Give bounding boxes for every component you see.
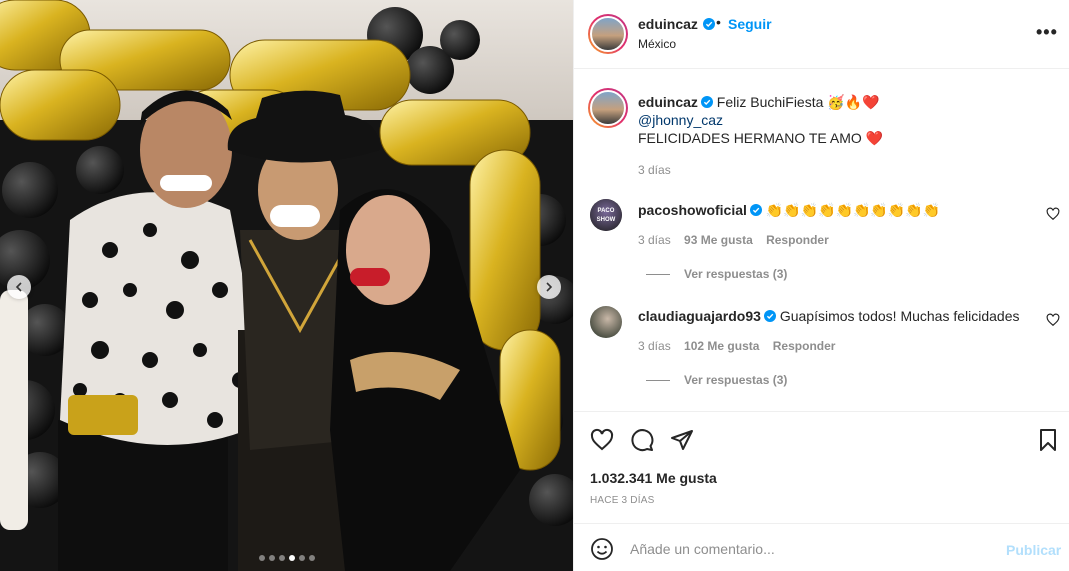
comment-likes-count[interactable]: 93 Me gusta bbox=[684, 233, 753, 247]
carousel-dot bbox=[278, 555, 285, 561]
comment-like-heart-icon[interactable] bbox=[1046, 207, 1060, 221]
post-panel: eduincaz • Seguir México ••• eduincaz Fe… bbox=[573, 0, 1069, 571]
caption-avatar[interactable] bbox=[588, 88, 628, 128]
post-media[interactable] bbox=[0, 0, 573, 571]
carousel-dot bbox=[298, 555, 305, 561]
view-replies-label: Ver respuestas (3) bbox=[684, 373, 788, 387]
comment-reply-button[interactable]: Responder bbox=[773, 339, 836, 353]
replies-divider bbox=[646, 380, 670, 382]
header-separator: • bbox=[716, 14, 721, 30]
comment-text: Guapísimos todos! Muchas felicidades bbox=[779, 308, 1020, 324]
carousel-indicator bbox=[0, 555, 573, 561]
comment-composer: Publicar bbox=[574, 523, 1069, 571]
carousel-dot bbox=[308, 555, 315, 561]
verified-badge-icon bbox=[763, 310, 776, 322]
carousel-dot bbox=[258, 555, 265, 561]
comment-avatar-text: PACO SHOW bbox=[590, 199, 622, 231]
comment-like-heart-icon[interactable] bbox=[1046, 313, 1060, 327]
comment-timestamp[interactable]: 3 días bbox=[638, 233, 671, 247]
comment-timestamp[interactable]: 3 días bbox=[638, 339, 671, 353]
likes-count[interactable]: 1.032.341 Me gusta bbox=[590, 470, 717, 486]
follow-button[interactable]: Seguir bbox=[728, 16, 772, 32]
emoji-icon[interactable] bbox=[590, 537, 614, 561]
replies-divider bbox=[646, 274, 670, 276]
carousel-next-button[interactable] bbox=[537, 275, 561, 299]
caption-mention-link[interactable]: @jhonny_caz bbox=[638, 112, 723, 128]
caption-text: Feliz BuchiFiesta 🥳🔥❤️ bbox=[716, 94, 880, 110]
post-caption: eduincaz Feliz BuchiFiesta 🥳🔥❤️ @jhonny_… bbox=[638, 93, 1038, 147]
heart-icon[interactable] bbox=[590, 428, 614, 452]
comment-text: 👏👏👏👏👏👏👏👏👏👏 bbox=[765, 202, 941, 218]
comment-username[interactable]: pacoshowoficial bbox=[638, 202, 747, 218]
comment-username[interactable]: claudiaguajardo93 bbox=[638, 308, 761, 324]
comment-avatar[interactable]: PACO SHOW bbox=[590, 199, 622, 231]
verified-badge-icon bbox=[700, 96, 713, 108]
bookmark-icon[interactable] bbox=[1036, 428, 1060, 452]
publish-button[interactable]: Publicar bbox=[1006, 542, 1061, 558]
author-username[interactable]: eduincaz bbox=[638, 16, 698, 32]
share-icon[interactable] bbox=[670, 428, 694, 452]
author-avatar[interactable] bbox=[588, 14, 628, 54]
more-options-icon[interactable]: ••• bbox=[1036, 22, 1058, 43]
carousel-dot bbox=[268, 555, 275, 561]
post-timestamp[interactable]: HACE 3 DÍAS bbox=[590, 495, 654, 506]
comment-reply-button[interactable]: Responder bbox=[766, 233, 829, 247]
carousel-prev-button[interactable] bbox=[7, 275, 31, 299]
post-location[interactable]: México bbox=[638, 37, 676, 51]
view-replies-button[interactable]: Ver respuestas (3) bbox=[646, 373, 787, 387]
view-replies-label: Ver respuestas (3) bbox=[684, 267, 788, 281]
post-header: eduincaz • Seguir México ••• bbox=[574, 0, 1069, 69]
caption-text-line: FELICIDADES HERMANO TE AMO ❤️ bbox=[638, 130, 884, 146]
caption-timestamp[interactable]: 3 días bbox=[638, 163, 671, 177]
comment-likes-count[interactable]: 102 Me gusta bbox=[684, 339, 759, 353]
verified-badge-icon bbox=[749, 204, 762, 216]
comment-input[interactable] bbox=[630, 537, 990, 561]
comment-icon[interactable] bbox=[630, 428, 654, 452]
view-replies-button[interactable]: Ver respuestas (3) bbox=[646, 267, 787, 281]
chevron-left-icon bbox=[15, 282, 22, 292]
chevron-right-icon bbox=[546, 282, 553, 292]
verified-badge-icon bbox=[703, 18, 715, 30]
comment-avatar[interactable] bbox=[590, 306, 622, 338]
post-photo bbox=[0, 0, 573, 571]
carousel-dot bbox=[288, 555, 295, 561]
caption-username[interactable]: eduincaz bbox=[638, 94, 698, 110]
